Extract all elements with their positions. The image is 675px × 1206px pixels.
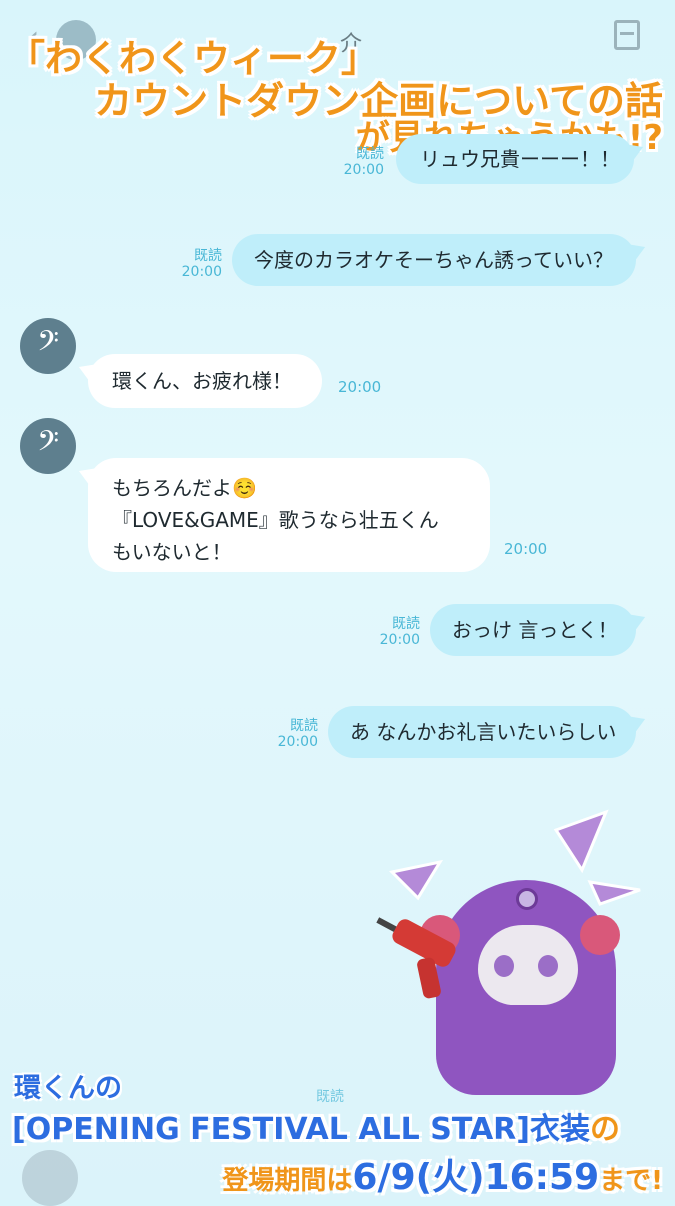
sender-avatar[interactable] <box>22 1150 78 1206</box>
surprise-mark <box>388 859 444 901</box>
character-face <box>478 925 578 1005</box>
surprise-mark <box>587 880 641 906</box>
eye-left <box>494 955 514 977</box>
surprise-mark <box>553 809 609 874</box>
read-receipt: 既読 <box>316 1089 344 1105</box>
horn-right <box>580 915 620 955</box>
footer-line-3: 登場期間は6/9(火)16:59まで! <box>222 1148 663 1200</box>
costume-name: [OPENING FESTIVAL ALL STAR]衣装 <box>12 1112 590 1147</box>
period-date: 6/9(火)16:59 <box>352 1157 600 1198</box>
footer-line-1: 環くんの <box>14 1073 122 1104</box>
suit-eye <box>516 888 538 910</box>
period-label: 登場期間は <box>222 1166 353 1196</box>
eye-right <box>538 955 558 977</box>
footer-line-2: [OPENING FESTIVAL ALL STAR]衣装の <box>12 1104 620 1148</box>
period-suffix: まで! <box>599 1166 663 1196</box>
costume-suffix: の <box>589 1112 620 1147</box>
